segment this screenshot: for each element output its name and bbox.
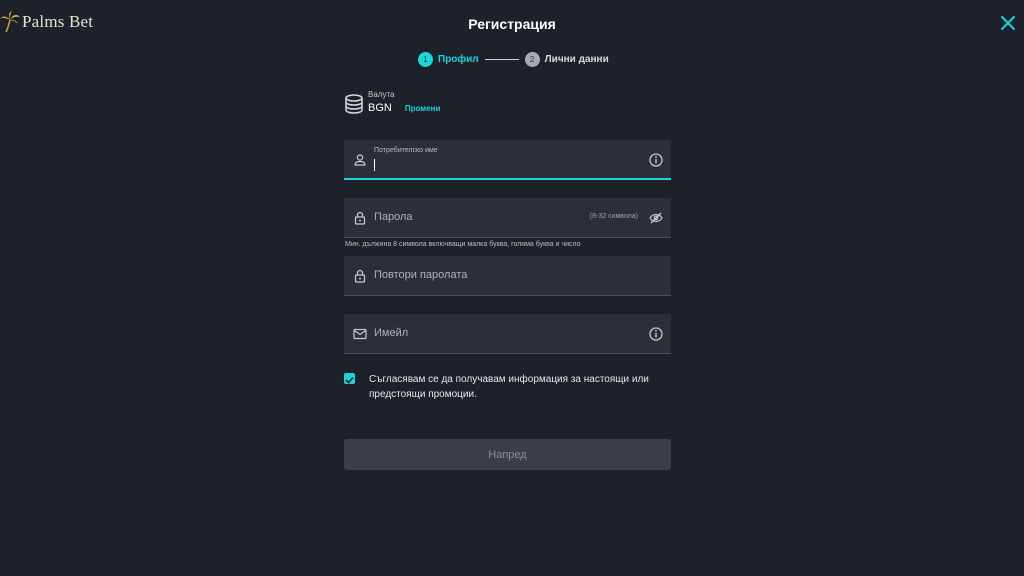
repeat-password-field[interactable]: Повтори паролата <box>344 256 671 296</box>
checkmark-icon <box>345 377 354 384</box>
user-icon <box>354 154 366 166</box>
repeat-password-placeholder: Повтори паролата <box>374 269 468 281</box>
registration-stepper: 1 Профил 2 Лични данни <box>418 52 609 67</box>
step-1-indicator: 1 <box>418 52 433 67</box>
step-2-indicator: 2 <box>524 52 540 67</box>
lock-icon <box>354 269 366 283</box>
coins-icon <box>345 94 363 114</box>
text-caret <box>374 159 375 171</box>
promotions-consent: Съгласявам се да получавам информация за… <box>344 372 659 402</box>
next-button[interactable]: Напред <box>344 439 671 470</box>
close-icon <box>1001 16 1015 30</box>
mail-icon <box>353 328 367 340</box>
password-length-hint: (8-32 символа) <box>589 213 638 220</box>
password-field[interactable]: Парола (8-32 символа) <box>344 198 671 238</box>
password-requirements: Мин. дължина 8 символа включващи малка б… <box>345 241 581 248</box>
promotions-checkbox[interactable] <box>344 373 355 384</box>
email-placeholder: Имейл <box>374 327 409 339</box>
eye-off-icon[interactable] <box>649 211 663 225</box>
currency-label: Валута <box>368 90 395 99</box>
currency-value: BGN <box>368 102 392 114</box>
step-1-label: Профил <box>438 54 479 65</box>
currency-section: Валута BGN Промени <box>344 90 440 115</box>
close-button[interactable] <box>1000 14 1016 32</box>
page-title: Регистрация <box>468 16 556 32</box>
step-connector <box>484 59 519 60</box>
email-field[interactable]: Имейл <box>344 314 671 354</box>
consent-text: Съгласявам се да получавам информация за… <box>369 374 649 400</box>
step-2-label: Лични данни <box>544 54 609 65</box>
registration-page: Palms Bet Регистрация 1 Профил 2 Лични д… <box>0 0 1024 576</box>
lock-icon <box>354 211 366 225</box>
username-field[interactable]: Потребителско име <box>344 140 671 180</box>
info-icon[interactable] <box>649 327 663 341</box>
password-placeholder: Парола <box>374 211 413 223</box>
username-label: Потребителско име <box>374 147 438 154</box>
info-icon[interactable] <box>649 153 663 167</box>
change-currency-link[interactable]: Промени <box>405 104 441 113</box>
